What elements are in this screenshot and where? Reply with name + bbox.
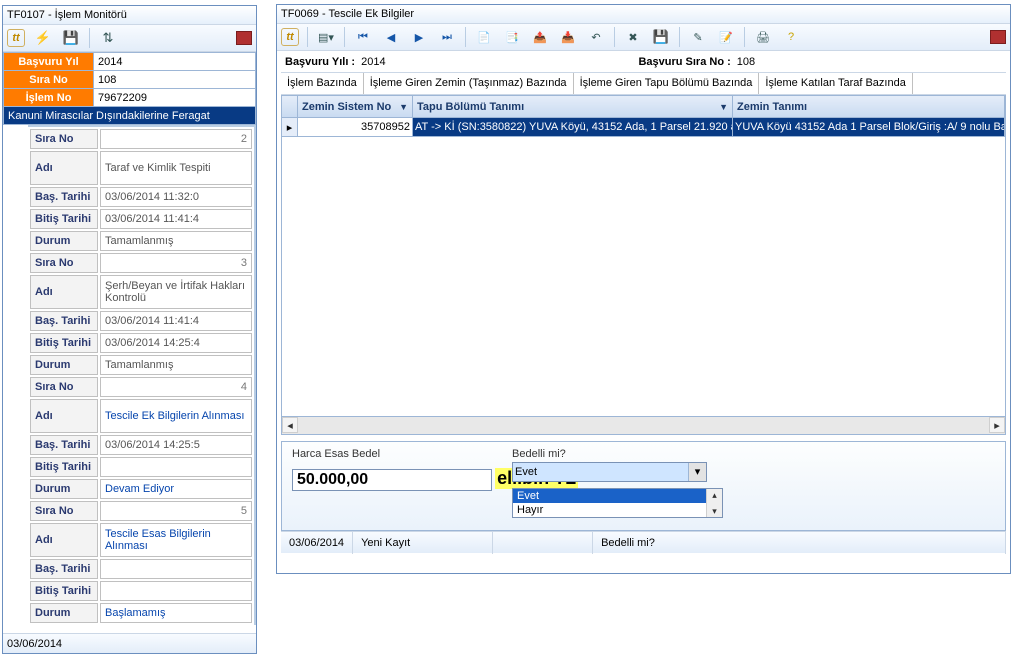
basvuru-sira: 108	[737, 56, 755, 68]
marker-icon[interactable]	[990, 30, 1006, 44]
scroll-up-icon[interactable]: ▴	[711, 490, 718, 501]
right-title: TF0069 - Tescile Ek Bilgiler	[277, 5, 1010, 23]
steps-table: Sıra No2 AdıTaraf ve Kimlik Tespiti Baş.…	[28, 125, 256, 625]
separator	[344, 27, 345, 47]
left-title: TF0107 - İşlem Monitörü	[3, 6, 256, 24]
next-icon[interactable]: ▶	[409, 27, 429, 47]
tab-3[interactable]: İşleme Katılan Taraf Bazında	[759, 73, 912, 94]
separator	[465, 27, 466, 47]
copy-doc-icon[interactable]: 📑	[502, 27, 522, 47]
col-label: Zemin Tanımı	[737, 101, 807, 113]
option-evet[interactable]: Evet	[513, 489, 722, 503]
export-icon[interactable]: 📤	[530, 27, 550, 47]
islem-no-label: İşlem No	[4, 89, 94, 107]
basvuru-yil-value: 2014	[94, 53, 256, 71]
islem-adi-band: Kanuni Mirascılar Dışındakilerine Feraga…	[4, 107, 256, 125]
col-zemin-sistem-no[interactable]: Zemin Sistem No ▼	[298, 96, 413, 117]
row-indicator-icon: ▸	[282, 118, 298, 136]
separator	[614, 27, 615, 47]
bedelli-label: Bedelli mi?	[512, 448, 707, 460]
basvuru-yil-label: Başvuru Yıl	[4, 53, 94, 71]
logo-icon[interactable]: tt	[7, 29, 25, 47]
tabs-row: İşlem Bazındaİşleme Giren Zemin (Taşınma…	[281, 73, 1006, 95]
delete-icon[interactable]: ✖	[623, 27, 643, 47]
row-selector-header	[282, 96, 298, 117]
separator	[744, 27, 745, 47]
col-tapu-bolumu[interactable]: Tapu Bölümü Tanımı ▼	[413, 96, 733, 117]
horizontal-scrollbar[interactable]: ◂ ▸	[281, 417, 1006, 435]
grid-empty-area	[281, 137, 1006, 417]
import-icon[interactable]: 📥	[558, 27, 578, 47]
left-status: 03/06/2014	[3, 633, 256, 653]
tree-icon[interactable]	[98, 28, 118, 48]
left-window: TF0107 - İşlem Monitörü tt Başvuru Yıl 2…	[2, 5, 257, 654]
islem-no-value: 79672209	[94, 89, 256, 107]
right-status: 03/06/2014 Yeni Kayıt Bedelli mi?	[281, 531, 1006, 553]
scroll-right-icon[interactable]: ▸	[989, 417, 1005, 433]
separator	[307, 27, 308, 47]
basvuru-yil-lbl: Başvuru Yılı :	[285, 56, 355, 68]
tab-2[interactable]: İşleme Giren Tapu Bölümü Bazında	[574, 73, 760, 94]
grid-row[interactable]: ▸ 35708952 AT -> Kİ (SN:3580822) YUVA Kö…	[281, 117, 1006, 137]
col-label: Tapu Bölümü Tanımı	[417, 101, 524, 113]
right-window: TF0069 - Tescile Ek Bilgiler tt ▤▾ ⏮ ◀ ▶…	[276, 4, 1011, 574]
form-area: Harca Esas Bedel ellibin TL Bedelli mi? …	[281, 441, 1006, 531]
cell-zemin-no[interactable]: 35708952	[298, 118, 413, 136]
separator	[679, 27, 680, 47]
status-mode: Yeni Kayıt	[353, 532, 493, 554]
refresh-icon[interactable]	[33, 28, 53, 48]
left-toolbar: tt	[3, 24, 256, 52]
status-spacer	[493, 532, 593, 554]
sira-no-value: 108	[94, 71, 256, 89]
undo-icon[interactable]: ↶	[586, 27, 606, 47]
bedelli-combo[interactable]: Evet ▾	[512, 462, 707, 482]
note-icon[interactable]: 📝	[716, 27, 736, 47]
logo-icon[interactable]: tt	[281, 28, 299, 46]
dropdown-icon[interactable]: ▼	[719, 102, 728, 112]
grid-options-icon[interactable]: ▤▾	[316, 27, 336, 47]
harc-input[interactable]	[292, 469, 492, 491]
grid-header: Zemin Sistem No ▼ Tapu Bölümü Tanımı ▼ Zem…	[281, 95, 1006, 117]
scroll-down-icon[interactable]: ▾	[707, 506, 722, 517]
prev-icon[interactable]: ◀	[381, 27, 401, 47]
save-icon[interactable]	[651, 27, 671, 47]
last-icon[interactable]: ⏭	[437, 27, 457, 47]
tab-1[interactable]: İşleme Giren Zemin (Taşınmaz) Bazında	[364, 73, 574, 94]
info-table: Başvuru Yıl 2014 Sıra No 108 İşlem No 79…	[3, 52, 256, 125]
dropdown-arrow-icon[interactable]: ▾	[688, 463, 706, 481]
separator	[89, 28, 90, 48]
help-icon[interactable]: ?	[781, 27, 801, 47]
right-toolbar: tt ▤▾ ⏮ ◀ ▶ ⏭ 📄 📑 📤 📥 ↶ ✖ ✎ 📝 🖨 ?	[277, 23, 1010, 51]
dropdown-scrollbar[interactable]: ▴ ▾	[706, 489, 722, 517]
marker-icon[interactable]	[236, 31, 252, 45]
edit-icon[interactable]: ✎	[688, 27, 708, 47]
status-date: 03/06/2014	[281, 532, 353, 554]
scroll-left-icon[interactable]: ◂	[282, 417, 298, 433]
bedelli-dropdown[interactable]: Evet Hayır ▴ ▾	[512, 488, 723, 518]
left-body: Başvuru Yıl 2014 Sıra No 108 İşlem No 79…	[3, 52, 256, 631]
cell-zemin[interactable]: YUVA Köyü 43152 Ada 1 Parsel Blok/Giriş …	[733, 118, 1005, 136]
col-zemin-tanimi[interactable]: Zemin Tanımı	[733, 96, 1005, 117]
col-label: Zemin Sistem No	[302, 101, 391, 113]
cell-tapu[interactable]: AT -> Kİ (SN:3580822) YUVA Köyü, 43152 A…	[413, 118, 733, 136]
dropdown-icon[interactable]: ▼	[399, 102, 408, 112]
new-doc-icon[interactable]: 📄	[474, 27, 494, 47]
option-hayir[interactable]: Hayır	[513, 503, 722, 517]
basvuru-yil: 2014	[361, 56, 385, 68]
print-icon[interactable]: 🖨	[753, 27, 773, 47]
apply-row: Başvuru Yılı : 2014 Başvuru Sıra No : 10…	[281, 51, 1006, 73]
bedelli-selected: Evet	[515, 466, 537, 478]
first-icon[interactable]: ⏮	[353, 27, 373, 47]
sira-no-label: Sıra No	[4, 71, 94, 89]
basvuru-sira-lbl: Başvuru Sıra No :	[638, 56, 730, 68]
status-message: Bedelli mi?	[593, 532, 1006, 554]
tab-0[interactable]: İşlem Bazında	[281, 73, 364, 94]
save-icon[interactable]	[61, 28, 81, 48]
right-body: Başvuru Yılı : 2014 Başvuru Sıra No : 10…	[281, 51, 1006, 569]
